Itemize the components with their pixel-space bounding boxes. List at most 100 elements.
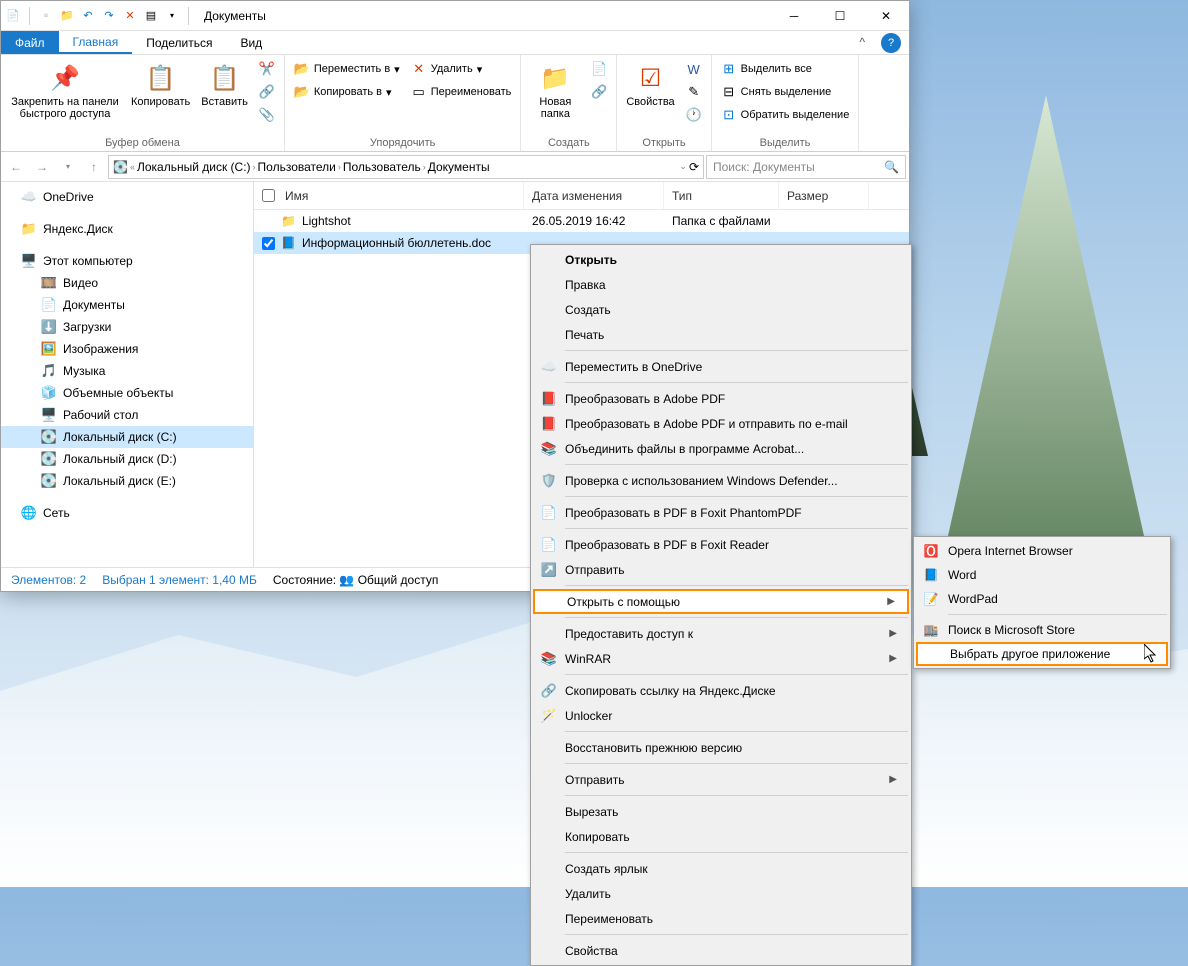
context-menu-item[interactable]: 📄Преобразовать в PDF в Foxit Reader	[533, 532, 909, 557]
rename-button[interactable]: ▭Переименовать	[407, 81, 516, 103]
context-menu-item[interactable]: Свойства	[533, 938, 909, 963]
context-menu-item[interactable]: Правка	[533, 272, 909, 297]
titlebar[interactable]: 📄 ▫️ 📁 ↶ ↷ ✕ ▤ ▾ Документы ─ ☐ ✕	[1, 1, 909, 31]
sidebar-item[interactable]: 🖼️Изображения	[1, 338, 253, 360]
col-type[interactable]: Тип	[664, 182, 779, 209]
tab-home[interactable]: Главная	[59, 31, 133, 54]
maximize-button[interactable]: ☐	[817, 1, 863, 31]
context-menu-item[interactable]: Создать	[533, 297, 909, 322]
undo-icon[interactable]: ↶	[80, 8, 96, 24]
context-menu-item[interactable]: Печать	[533, 322, 909, 347]
sidebar-item[interactable]: 🎵Музыка	[1, 360, 253, 382]
cut-button[interactable]: ✂️	[255, 58, 279, 80]
submenu-item[interactable]: Выбрать другое приложение	[916, 642, 1168, 666]
breadcrumb-part[interactable]: Пользователь	[343, 160, 421, 174]
sidebar-item[interactable]: 🖥️Этот компьютер	[1, 250, 253, 272]
paste-shortcut-button[interactable]: 📎	[255, 104, 279, 126]
context-menu-item[interactable]: ↗️Отправить	[533, 557, 909, 582]
file-menu[interactable]: Файл	[1, 31, 59, 54]
sidebar-item[interactable]: 🎞️Видео	[1, 272, 253, 294]
col-size[interactable]: Размер	[779, 182, 869, 209]
select-all-button[interactable]: ⊞Выделить все	[717, 58, 854, 80]
new-folder-button[interactable]: 📁Новая папка	[526, 58, 584, 122]
sidebar-item[interactable]: 📄Документы	[1, 294, 253, 316]
moveto-button[interactable]: 📂Переместить в ▾	[290, 58, 404, 80]
context-menu-item[interactable]: 📚WinRAR▶	[533, 646, 909, 671]
close-button[interactable]: ✕	[863, 1, 909, 31]
context-menu-item[interactable]: 🪄Unlocker	[533, 703, 909, 728]
breadcrumb[interactable]: 💽 « Локальный диск (C:) › Пользователи ›…	[108, 155, 704, 179]
back-button[interactable]: ←	[4, 155, 28, 179]
forward-button[interactable]: →	[30, 155, 54, 179]
sidebar-item[interactable]: ☁️OneDrive	[1, 186, 253, 208]
invert-select-button[interactable]: ⊡Обратить выделение	[717, 104, 854, 126]
rename-icon[interactable]: ▤	[143, 8, 159, 24]
new-tab-icon[interactable]: ▫️	[38, 8, 54, 24]
context-menu-item[interactable]: 📕Преобразовать в Adobe PDF и отправить п…	[533, 411, 909, 436]
submenu-item[interactable]: 🅾️Opera Internet Browser	[916, 539, 1168, 563]
context-menu-item[interactable]: 📚Объединить файлы в программе Acrobat...	[533, 436, 909, 461]
breadcrumb-part[interactable]: Локальный диск (C:)	[137, 160, 251, 174]
context-menu-item[interactable]: Открыть	[533, 247, 909, 272]
breadcrumb-part[interactable]: Пользователи	[258, 160, 336, 174]
sidebar-item[interactable]: 🧊Объемные объекты	[1, 382, 253, 404]
context-menu-item[interactable]: 📄Преобразовать в PDF в Foxit PhantomPDF	[533, 500, 909, 525]
context-menu-item[interactable]: 📕Преобразовать в Adobe PDF	[533, 386, 909, 411]
dropdown-icon[interactable]: ▾	[164, 8, 180, 24]
copyto-button[interactable]: 📂Копировать в ▾	[290, 81, 404, 103]
context-menu-item[interactable]: Вырезать	[533, 799, 909, 824]
select-all-checkbox[interactable]	[262, 189, 275, 202]
easy-access-button[interactable]: 🔗	[587, 81, 611, 103]
context-menu-item[interactable]: 🛡️Проверка с использованием Windows Defe…	[533, 468, 909, 493]
submenu-item[interactable]: 📘Word	[916, 563, 1168, 587]
refresh-icon[interactable]: ⟳	[689, 160, 699, 174]
context-menu-item[interactable]: Открыть с помощью▶	[533, 589, 909, 614]
submenu-item[interactable]: 📝WordPad	[916, 587, 1168, 611]
context-menu-item[interactable]: Копировать	[533, 824, 909, 849]
sidebar-item[interactable]: 🌐Сеть	[1, 502, 253, 524]
open-button[interactable]: W	[682, 58, 706, 80]
row-checkbox[interactable]	[262, 237, 275, 250]
ribbon-collapse-icon[interactable]: ^	[851, 31, 873, 54]
sidebar-item[interactable]: 📁Яндекс.Диск	[1, 218, 253, 240]
submenu-item[interactable]: 🏬Поиск в Microsoft Store	[916, 618, 1168, 642]
context-menu-item[interactable]: Создать ярлык	[533, 856, 909, 881]
properties-icon[interactable]: 📄	[5, 8, 21, 24]
search-input[interactable]: Поиск: Документы 🔍	[706, 155, 906, 179]
breadcrumb-part[interactable]: Документы	[428, 160, 490, 174]
sidebar-item[interactable]: ⬇️Загрузки	[1, 316, 253, 338]
context-menu-item[interactable]: 🔗Скопировать ссылку на Яндекс.Диске	[533, 678, 909, 703]
sidebar-item[interactable]: 💽Локальный диск (E:)	[1, 470, 253, 492]
tab-view[interactable]: Вид	[226, 31, 276, 54]
col-name[interactable]: Имя	[285, 189, 308, 203]
context-menu-item[interactable]: Переименовать	[533, 906, 909, 931]
context-menu-item[interactable]: Предоставить доступ к▶	[533, 621, 909, 646]
file-row[interactable]: 📁Lightshot 26.05.2019 16:42 Папка с файл…	[254, 210, 909, 232]
select-none-button[interactable]: ⊟Снять выделение	[717, 81, 854, 103]
dropdown-icon[interactable]: ⌄	[679, 161, 687, 172]
redo-icon[interactable]: ↷	[101, 8, 117, 24]
context-menu-item[interactable]: Отправить▶	[533, 767, 909, 792]
new-item-button[interactable]: 📄	[587, 58, 611, 80]
edit-button[interactable]: ✎	[682, 81, 706, 103]
folder-icon[interactable]: 📁	[59, 8, 75, 24]
recent-button[interactable]: ▾	[56, 155, 80, 179]
context-menu-item[interactable]: Удалить	[533, 881, 909, 906]
minimize-button[interactable]: ─	[771, 1, 817, 31]
up-button[interactable]: ↑	[82, 155, 106, 179]
sidebar-item[interactable]: 🖥️Рабочий стол	[1, 404, 253, 426]
sidebar-item[interactable]: 💽Локальный диск (D:)	[1, 448, 253, 470]
delete-button[interactable]: ✕Удалить ▾	[407, 58, 516, 80]
properties-button[interactable]: ☑Свойства	[622, 58, 678, 110]
context-menu-item[interactable]: ☁️Переместить в OneDrive	[533, 354, 909, 379]
copypath-button[interactable]: 🔗	[255, 81, 279, 103]
pin-button[interactable]: 📌Закрепить на панели быстрого доступа	[6, 58, 124, 122]
paste-button[interactable]: 📋Вставить	[197, 58, 252, 110]
copy-button[interactable]: 📋Копировать	[127, 58, 194, 110]
history-button[interactable]: 🕐	[682, 104, 706, 126]
sidebar-item[interactable]: 💽Локальный диск (C:)	[1, 426, 253, 448]
tab-share[interactable]: Поделиться	[132, 31, 226, 54]
context-menu-item[interactable]: Восстановить прежнюю версию	[533, 735, 909, 760]
delete-icon[interactable]: ✕	[122, 8, 138, 24]
navigation-sidebar[interactable]: ☁️OneDrive 📁Яндекс.Диск 🖥️Этот компьютер🎞️…	[1, 182, 254, 567]
